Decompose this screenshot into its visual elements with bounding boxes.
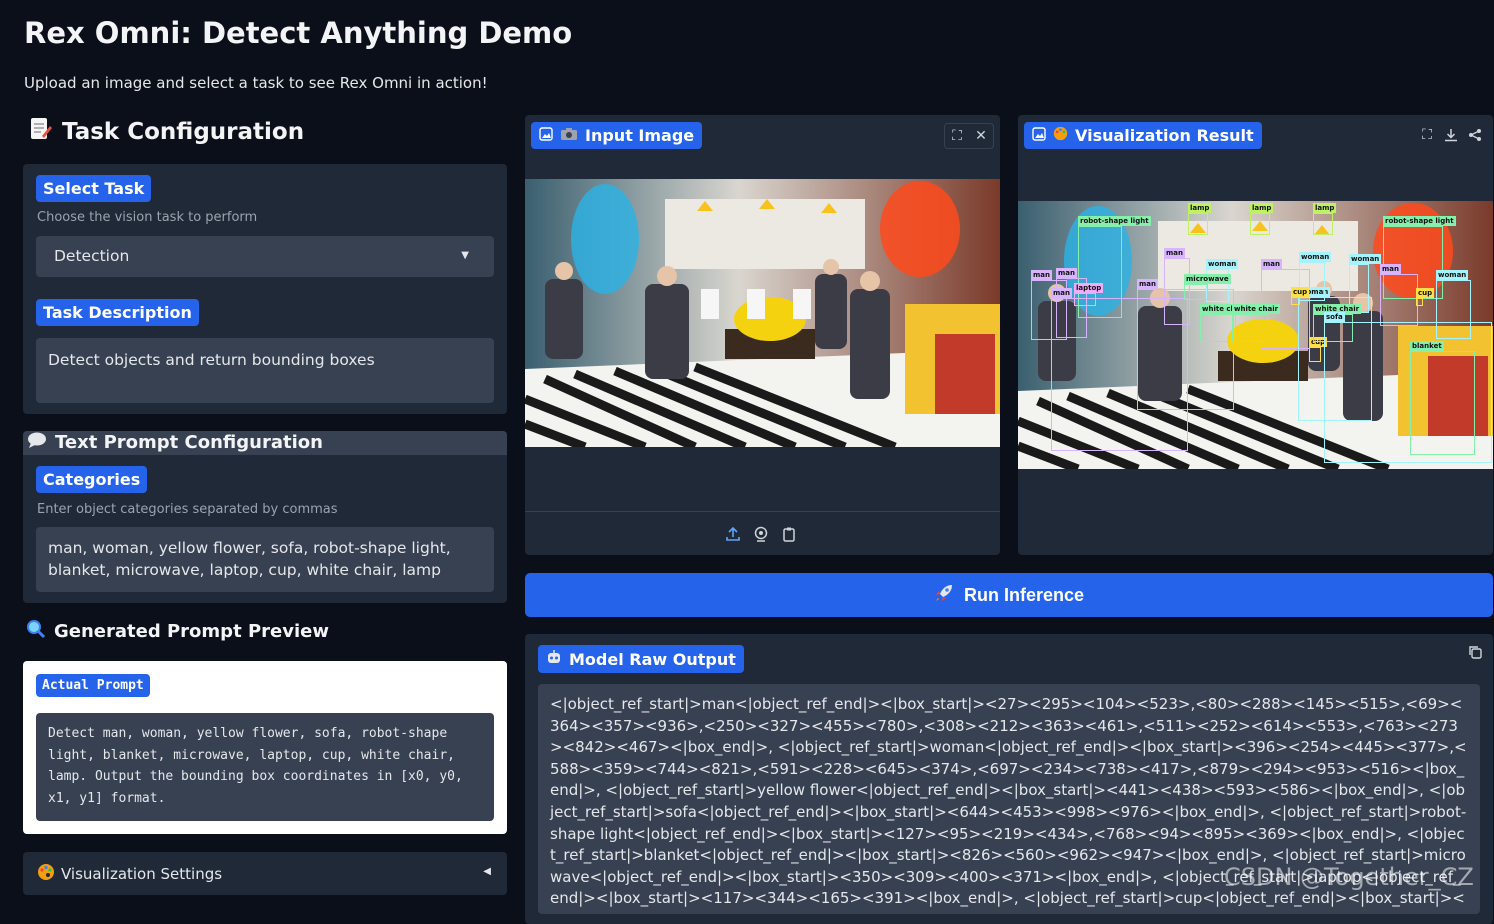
webcam-icon[interactable] bbox=[749, 522, 773, 546]
palette-icon bbox=[37, 863, 55, 885]
bbox-cup: cup bbox=[1291, 287, 1310, 305]
fullscreen-icon[interactable]: ⛶ bbox=[945, 124, 969, 148]
result-photo: robot-shape light robot-shape light lamp… bbox=[1018, 201, 1493, 469]
bbox-cup: cup bbox=[1416, 288, 1435, 306]
app-subtitle: Upload an image and select a task to see… bbox=[24, 74, 488, 92]
memo-icon bbox=[28, 116, 52, 148]
task-description-label: Task Description bbox=[36, 299, 199, 326]
task-config-heading: Task Configuration bbox=[28, 116, 304, 148]
collapse-arrow-icon: ◀ bbox=[483, 866, 491, 877]
input-divider bbox=[525, 511, 1000, 512]
speech-bubble-icon bbox=[27, 431, 47, 454]
prompt-preview-card: Actual Prompt Detect man, woman, yellow … bbox=[23, 661, 507, 834]
categories-label: Categories bbox=[36, 466, 148, 493]
upload-icon[interactable] bbox=[721, 522, 745, 546]
visualization-settings-label: Visualization Settings bbox=[61, 864, 223, 883]
input-image-toolbar: ⛶ ✕ bbox=[944, 123, 994, 149]
bbox-man: man bbox=[1380, 264, 1418, 326]
visualization-settings-accordion[interactable]: Visualization Settings ◀ bbox=[23, 852, 507, 895]
visualization-result-panel: Visualization Result ⛶ robot-shape light… bbox=[1018, 115, 1493, 555]
bbox-microwave: microwave bbox=[1184, 274, 1231, 300]
clipboard-icon[interactable] bbox=[777, 522, 801, 546]
bbox-lamp: lamp bbox=[1188, 203, 1212, 235]
camera-icon bbox=[560, 126, 578, 145]
download-icon[interactable] bbox=[1439, 123, 1463, 147]
bbox-lamp: lamp bbox=[1250, 203, 1274, 235]
app-title: Rex Omni: Detect Anything Demo bbox=[24, 16, 573, 50]
prompt-preview-heading: Generated Prompt Preview bbox=[26, 619, 329, 644]
bbox-white-chair: white chair bbox=[1200, 304, 1249, 342]
image-icon bbox=[1032, 126, 1046, 145]
bbox-laptop: laptop bbox=[1074, 283, 1104, 306]
bbox-white-chair: white chair bbox=[1232, 304, 1281, 342]
bbox-lamp: lamp bbox=[1313, 203, 1337, 235]
select-task-hint: Choose the vision task to perform bbox=[37, 210, 258, 225]
close-icon[interactable]: ✕ bbox=[969, 124, 993, 148]
share-icon[interactable] bbox=[1463, 123, 1487, 147]
magnifier-icon bbox=[26, 619, 46, 644]
fullscreen-icon[interactable]: ⛶ bbox=[1415, 123, 1439, 147]
actual-prompt-label: Actual Prompt bbox=[36, 674, 150, 697]
select-task-label: Select Task bbox=[36, 175, 152, 202]
copy-icon[interactable] bbox=[1467, 644, 1483, 664]
input-source-toolbar bbox=[721, 522, 801, 546]
task-config-panel: Select Task Choose the vision task to pe… bbox=[23, 164, 507, 414]
categories-hint: Enter object categories separated by com… bbox=[37, 502, 338, 517]
input-image-label: Input Image bbox=[531, 122, 703, 149]
task-dropdown[interactable]: Detection ▼ bbox=[36, 236, 494, 277]
robot-icon bbox=[546, 649, 562, 669]
bbox-sofa: sofa bbox=[1324, 312, 1492, 463]
result-toolbar: ⛶ bbox=[1415, 123, 1487, 147]
actual-prompt-text: Detect man, woman, yellow flower, sofa, … bbox=[36, 713, 494, 821]
task-description-field[interactable]: Detect objects and return bounding boxes bbox=[36, 338, 494, 403]
categories-input[interactable]: man, woman, yellow flower, sofa, robot-s… bbox=[36, 527, 494, 592]
input-photo bbox=[525, 179, 1000, 447]
raw-output-label: Model Raw Output bbox=[538, 645, 744, 673]
rocket-icon bbox=[934, 583, 954, 608]
image-icon bbox=[539, 126, 553, 145]
text-prompt-heading: Text Prompt Configuration bbox=[27, 431, 323, 454]
text-prompt-panel: Text Prompt Configuration Categories Ent… bbox=[23, 431, 507, 603]
palette-icon bbox=[1053, 126, 1068, 145]
task-dropdown-value: Detection bbox=[54, 247, 130, 265]
chevron-down-icon: ▼ bbox=[461, 250, 469, 261]
watermark: CSDN @Together_CZ bbox=[1224, 863, 1474, 891]
visualization-result-label: Visualization Result bbox=[1024, 122, 1262, 149]
bbox-cup: cup bbox=[1309, 337, 1328, 362]
run-inference-button[interactable]: Run Inference bbox=[525, 573, 1493, 617]
input-image-panel: Input Image ⛶ ✕ bbox=[525, 115, 1000, 555]
